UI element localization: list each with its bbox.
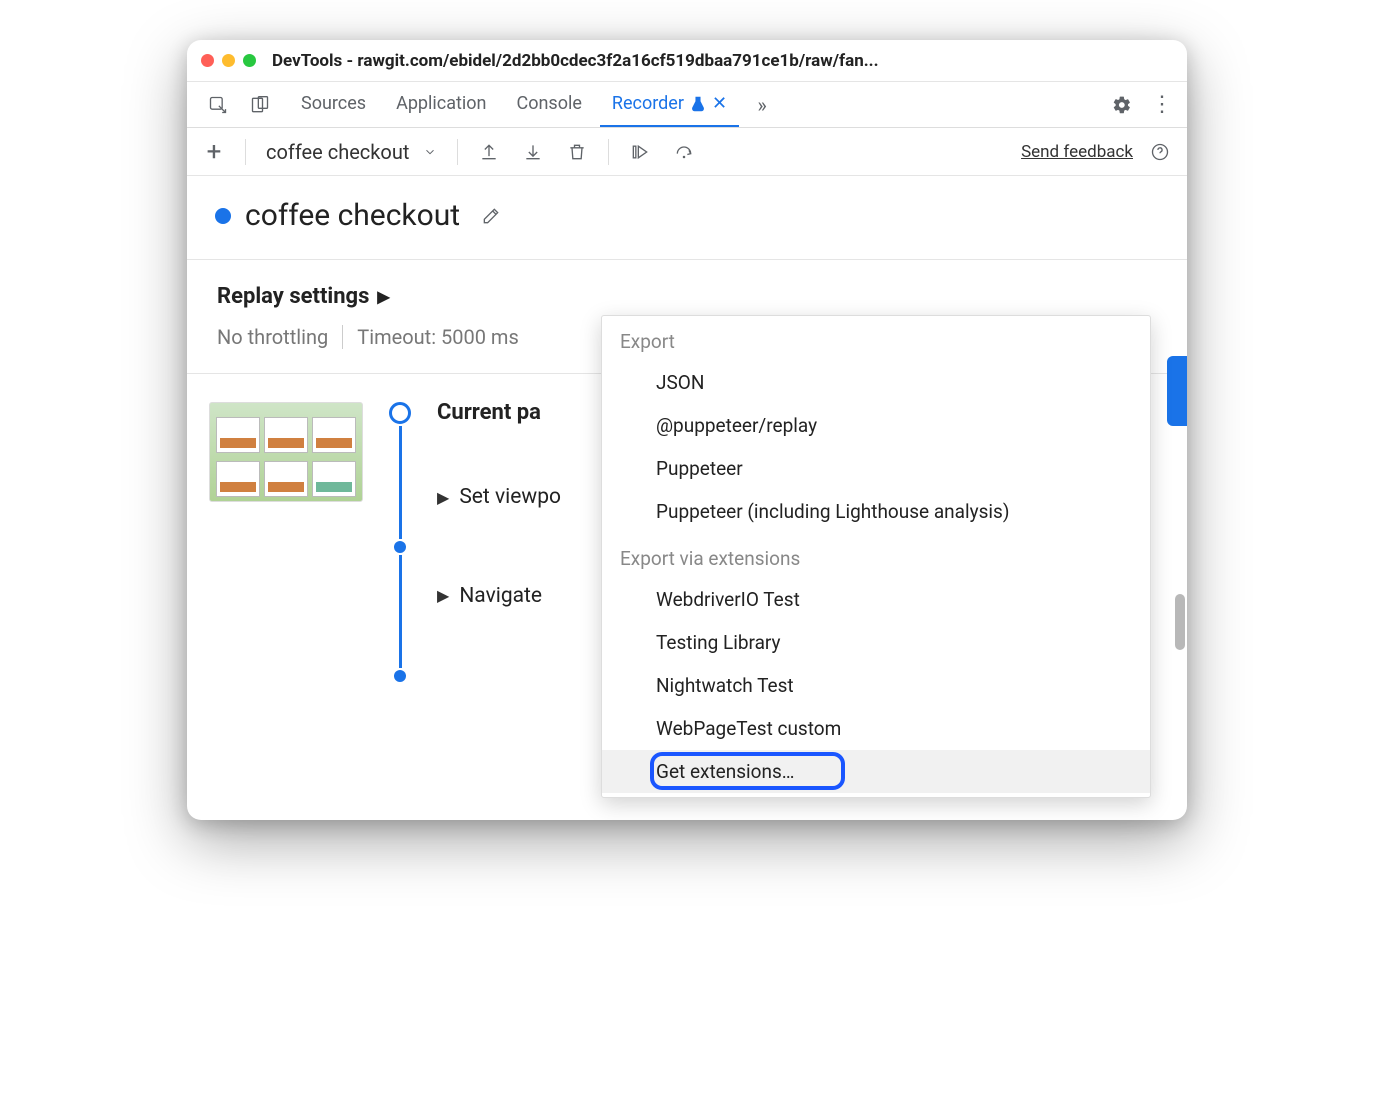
- tab-label: Sources: [301, 93, 366, 114]
- recording-status-dot: [215, 208, 231, 224]
- tab-application[interactable]: Application: [384, 82, 498, 127]
- recorder-content: coffee checkout Replay settings ▶ No thr…: [187, 176, 1187, 820]
- import-icon[interactable]: [516, 135, 550, 169]
- tab-label: Console: [516, 93, 581, 114]
- step-label: Set viewpo: [459, 485, 561, 509]
- add-recording-icon[interactable]: +: [197, 135, 231, 169]
- tab-label: Recorder: [612, 93, 684, 114]
- export-item-get-extensions[interactable]: Get extensions…: [602, 750, 1150, 793]
- menu-item-label: Testing Library: [656, 631, 781, 654]
- timeline-node-icon: [394, 670, 406, 682]
- menu-item-label: WebdriverIO Test: [656, 588, 800, 611]
- timeout-value: Timeout: 5000 ms: [357, 325, 519, 349]
- tab-recorder[interactable]: Recorder ✕: [600, 82, 739, 127]
- export-dropdown: Export JSON @puppeteer/replay Puppeteer …: [601, 315, 1151, 798]
- window-controls: [201, 54, 256, 67]
- export-item-puppeteer[interactable]: Puppeteer: [602, 447, 1150, 490]
- export-item-puppeteer-lighthouse[interactable]: Puppeteer (including Lighthouse analysis…: [602, 490, 1150, 533]
- export-icon[interactable]: [472, 135, 506, 169]
- minimize-window-icon[interactable]: [222, 54, 235, 67]
- devtools-window: DevTools - rawgit.com/ebidel/2d2bb0cdec3…: [187, 40, 1187, 820]
- delete-icon[interactable]: [560, 135, 594, 169]
- recording-header: coffee checkout: [187, 176, 1187, 260]
- menu-item-label: @puppeteer/replay: [656, 414, 817, 437]
- export-item-nightwatch[interactable]: Nightwatch Test: [602, 664, 1150, 707]
- flask-icon: [690, 96, 706, 112]
- window-title: DevTools - rawgit.com/ebidel/2d2bb0cdec3…: [272, 51, 1173, 71]
- step-label: Navigate: [459, 584, 542, 608]
- more-tabs-icon[interactable]: »: [745, 88, 779, 122]
- tab-label: Application: [396, 93, 486, 114]
- menu-item-label: Nightwatch Test: [656, 674, 794, 697]
- recorder-toolbar: + coffee checkout Send feedback: [187, 128, 1187, 176]
- step-label: Current pa: [437, 400, 541, 425]
- send-feedback-link[interactable]: Send feedback: [1021, 142, 1133, 162]
- export-item-puppeteer-replay[interactable]: @puppeteer/replay: [602, 404, 1150, 447]
- menu-item-label: Puppeteer: [656, 457, 743, 480]
- recording-select[interactable]: coffee checkout: [260, 140, 443, 164]
- kebab-menu-icon[interactable]: ⋮: [1145, 88, 1179, 122]
- replay-settings-toggle[interactable]: Replay settings ▶: [217, 284, 1157, 309]
- menu-item-label: Get extensions…: [656, 760, 795, 783]
- recording-select-label: coffee checkout: [266, 140, 409, 164]
- timeline: [385, 402, 415, 682]
- close-icon[interactable]: ✕: [712, 93, 727, 114]
- export-item-testing-library[interactable]: Testing Library: [602, 621, 1150, 664]
- throttling-value: No throttling: [217, 325, 328, 349]
- caret-right-icon: ▶: [437, 488, 449, 507]
- tab-sources[interactable]: Sources: [289, 82, 378, 127]
- menu-item-label: JSON: [656, 371, 704, 394]
- panel-tabstrip: Sources Application Console Recorder ✕ »…: [187, 82, 1187, 128]
- menu-item-label: Puppeteer (including Lighthouse analysis…: [656, 500, 1009, 523]
- timeline-node-icon: [394, 541, 406, 553]
- export-extensions-group-label: Export via extensions: [602, 533, 1150, 578]
- settings-icon[interactable]: [1105, 88, 1139, 122]
- export-item-json[interactable]: JSON: [602, 361, 1150, 404]
- export-group-label: Export: [602, 316, 1150, 361]
- caret-right-icon: ▶: [377, 287, 389, 306]
- device-toolbar-icon[interactable]: [243, 88, 277, 122]
- replay-icon[interactable]: [623, 135, 657, 169]
- caret-right-icon: ▶: [437, 586, 449, 605]
- replay-settings-label: Replay settings: [217, 284, 369, 309]
- menu-item-label: WebPageTest custom: [656, 717, 841, 740]
- help-icon[interactable]: [1143, 135, 1177, 169]
- export-item-webdriverio[interactable]: WebdriverIO Test: [602, 578, 1150, 621]
- edit-title-icon[interactable]: [474, 199, 508, 233]
- timeline-start-icon: [389, 402, 411, 424]
- inspect-element-icon[interactable]: [201, 88, 235, 122]
- recording-title: coffee checkout: [245, 198, 460, 233]
- zoom-window-icon[interactable]: [243, 54, 256, 67]
- page-thumbnail: [209, 402, 363, 502]
- chevron-down-icon: [423, 145, 437, 159]
- tab-console[interactable]: Console: [504, 82, 593, 127]
- export-item-webpagetest[interactable]: WebPageTest custom: [602, 707, 1150, 750]
- scrollbar-thumb[interactable]: [1175, 594, 1185, 650]
- titlebar: DevTools - rawgit.com/ebidel/2d2bb0cdec3…: [187, 40, 1187, 82]
- close-window-icon[interactable]: [201, 54, 214, 67]
- step-over-icon[interactable]: [667, 135, 701, 169]
